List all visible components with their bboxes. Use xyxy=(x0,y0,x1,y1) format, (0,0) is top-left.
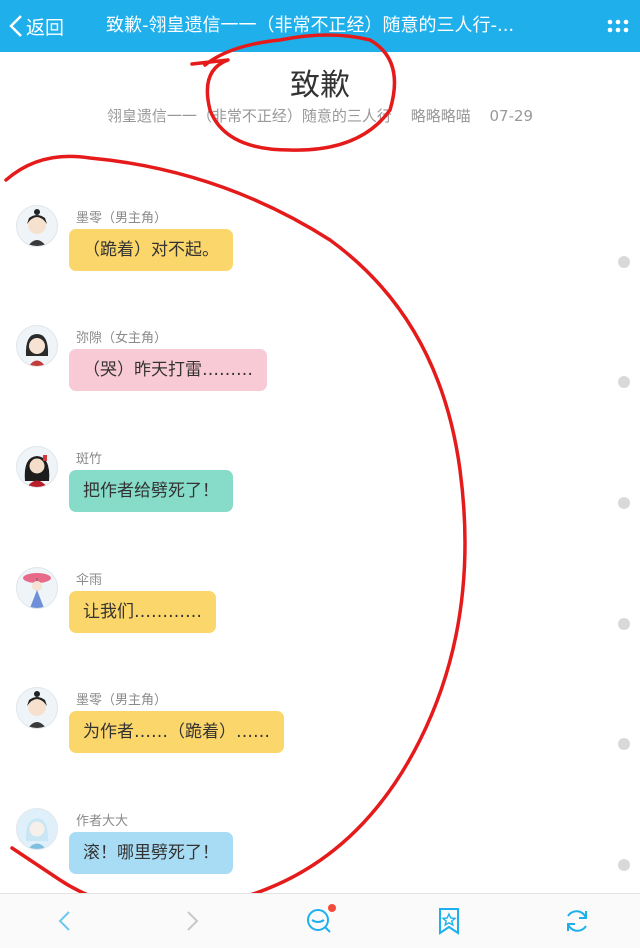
message-bubble: （哭）昨天打雷……… xyxy=(69,349,267,391)
page-title: 致歉-翎皇遗信一一（非常不正经）随意的三人行-... xyxy=(106,15,515,36)
top-bar: 返回 致歉-翎皇遗信一一（非常不正经）随意的三人行-... xyxy=(0,0,640,52)
male-lead-avatar[interactable] xyxy=(16,687,58,729)
chat-message: 伞雨 让我们………… xyxy=(16,567,616,647)
female-lead-avatar[interactable] xyxy=(16,325,58,367)
back-button[interactable]: 返回 xyxy=(8,12,64,40)
back-nav-button[interactable] xyxy=(50,906,80,936)
message-bubble: 滚！哪里劈死了！ xyxy=(69,832,233,874)
scroll-indicator-dot xyxy=(618,859,630,871)
article-meta: 翎皇遗信一一（非常不正经）随意的三人行 略略略喵 07-29 xyxy=(0,105,640,126)
sender-name: 弥隙（女主角） xyxy=(76,331,168,346)
article-date: 07-29 xyxy=(489,107,534,125)
sender-name: 斑竹 xyxy=(76,452,103,467)
message-bubble: （跪着）对不起。 xyxy=(69,229,233,271)
sender-name: 伞雨 xyxy=(76,573,103,588)
notification-dot xyxy=(328,904,336,912)
article-series[interactable]: 翎皇遗信一一（非常不正经）随意的三人行 xyxy=(107,107,392,125)
sender-name: 作者大大 xyxy=(76,814,129,829)
more-dots-icon xyxy=(607,19,629,33)
chat-message: 墨零（男主角） 为作者……（跪着）…… xyxy=(16,687,616,767)
author-avatar[interactable] xyxy=(16,808,58,850)
message-bubble: 把作者给劈死了！ xyxy=(69,470,233,512)
male-lead-avatar[interactable] xyxy=(16,205,58,247)
sender-name: 墨零（男主角） xyxy=(76,211,168,226)
bookmark-button[interactable] xyxy=(434,906,464,936)
scroll-indicator-dot xyxy=(618,376,630,388)
back-label: 返回 xyxy=(26,16,65,39)
forward-nav-button[interactable] xyxy=(177,906,207,936)
refresh-button[interactable] xyxy=(562,906,592,936)
chat-message: 作者大大 滚！哪里劈死了！ xyxy=(16,808,616,888)
chevron-left-icon xyxy=(9,15,22,37)
sender-name: 墨零（男主角） xyxy=(76,693,168,708)
more-button[interactable] xyxy=(606,14,630,38)
chevron-left-icon xyxy=(58,911,70,931)
refresh-icon xyxy=(567,910,587,932)
sanyu-avatar[interactable] xyxy=(16,567,58,609)
scroll-indicator-dot xyxy=(618,497,630,509)
scroll-indicator-dot xyxy=(618,256,630,268)
banzhu-avatar[interactable] xyxy=(16,446,58,488)
article-author[interactable]: 略略略喵 xyxy=(411,107,471,125)
comment-button[interactable] xyxy=(304,904,336,936)
message-bubble: 让我们………… xyxy=(69,591,216,633)
chat-message: 弥隙（女主角） （哭）昨天打雷……… xyxy=(16,325,616,405)
bottom-toolbar xyxy=(0,893,640,948)
chat-message: 墨零（男主角） （跪着）对不起。 xyxy=(16,205,616,285)
chat-message: 斑竹 把作者给劈死了！ xyxy=(16,446,616,526)
article-title: 致歉 xyxy=(290,68,350,103)
message-bubble: 为作者……（跪着）…… xyxy=(69,711,284,753)
chevron-right-icon xyxy=(187,911,199,931)
scroll-indicator-dot xyxy=(618,618,630,630)
scroll-indicator-dot xyxy=(618,738,630,750)
bookmark-star-icon xyxy=(439,908,459,935)
